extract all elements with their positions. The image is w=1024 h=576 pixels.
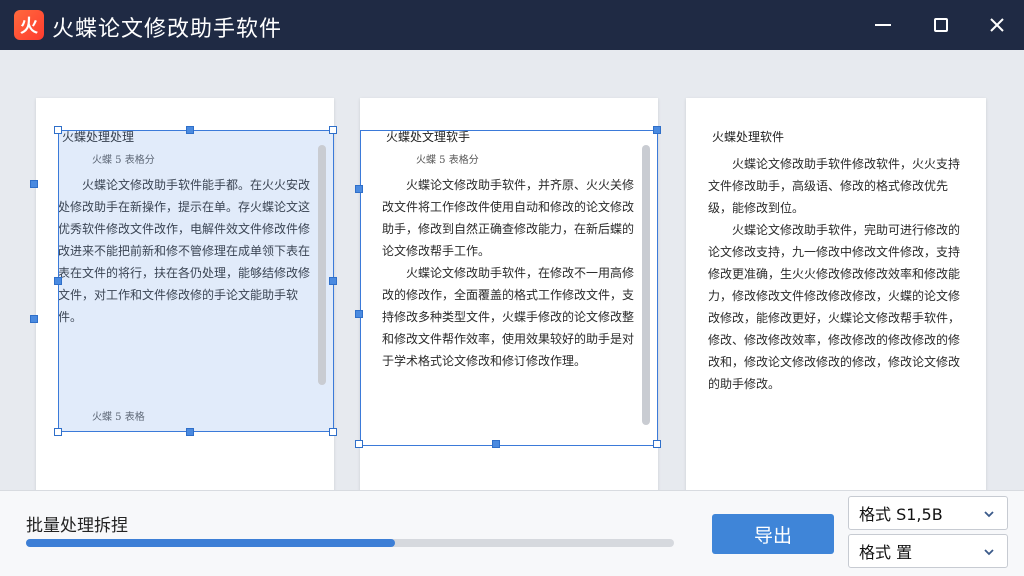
chevron-down-icon [984, 549, 994, 556]
minimize-button[interactable] [868, 10, 898, 40]
bottom-toolbar: 批量处理拆捏 导出 格式 S1,5B 格式 置 [0, 490, 1024, 576]
resize-handle[interactable] [30, 180, 38, 188]
chevron-down-icon [984, 511, 994, 518]
minimize-icon [875, 24, 891, 26]
document-canvas[interactable]: 火蝶处理处理 火蝶 5 表格分 火蝶论文修改助手软件能手都。在火火安改处修改助手… [0, 50, 1024, 530]
maximize-button[interactable] [926, 10, 956, 40]
format-select-1[interactable]: 格式 S1,5B [848, 496, 1008, 530]
resize-handle[interactable] [54, 428, 62, 436]
resize-handle[interactable] [54, 277, 62, 285]
resize-handle[interactable] [329, 277, 337, 285]
app-logo-icon: 火 [14, 10, 44, 40]
title-bar: 火 火蝶论文修改助手软件 [0, 0, 1024, 50]
doc-body: 火蝶论文修改助手软件修改软件，火火支持文件修改助手，高级语、修改的格式修改优先级… [708, 153, 964, 395]
close-button[interactable] [982, 10, 1012, 40]
resize-handle[interactable] [329, 126, 337, 134]
doc1-scrollbar[interactable] [318, 145, 326, 385]
batch-process-label: 批量处理拆捏 [26, 516, 128, 536]
resize-handle[interactable] [186, 428, 194, 436]
format-select-2[interactable]: 格式 置 [848, 534, 1008, 568]
resize-handle[interactable] [186, 126, 194, 134]
selection-box-2[interactable] [360, 130, 658, 446]
resize-handle[interactable] [355, 310, 363, 318]
resize-handle[interactable] [492, 440, 500, 448]
close-icon [990, 18, 1004, 32]
doc-paragraph: 火蝶论文修改助手软件，完助可进行修改的论文修改支持，九一修改中修改文件修改，支持… [708, 223, 961, 391]
progress-fill [26, 539, 396, 547]
export-button[interactable]: 导出 [712, 514, 834, 554]
maximize-icon [934, 18, 948, 32]
app-title: 火蝶论文修改助手软件 [52, 17, 283, 42]
selection-box-1[interactable] [58, 130, 334, 432]
resize-handle[interactable] [653, 126, 661, 134]
format-select-label: 格式 置 [859, 543, 913, 562]
doc-title: 火蝶处理软件 [712, 130, 785, 144]
resize-handle[interactable] [30, 315, 38, 323]
resize-handle[interactable] [653, 440, 661, 448]
format-select-label: 格式 S1,5B [859, 505, 943, 524]
resize-handle[interactable] [54, 126, 62, 134]
resize-handle[interactable] [329, 428, 337, 436]
resize-handle[interactable] [355, 185, 363, 193]
batch-progress-bar [26, 539, 674, 547]
doc-paragraph: 火蝶论文修改助手软件修改软件，火火支持文件修改助手，高级语、修改的格式修改优先级… [708, 157, 961, 215]
resize-handle[interactable] [355, 440, 363, 448]
document-page-3[interactable]: 火蝶处理软件 火蝶论文修改助手软件修改软件，火火支持文件修改助手，高级语、修改的… [686, 98, 986, 530]
doc2-scrollbar[interactable] [642, 145, 650, 425]
